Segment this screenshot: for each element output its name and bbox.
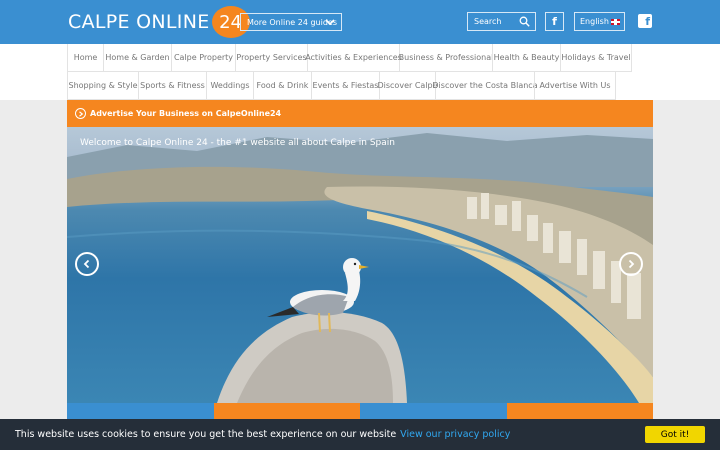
nav-row-2: Shopping & Style Sports & Fitness Weddin… bbox=[67, 72, 616, 100]
nav-item-home[interactable]: Home bbox=[67, 44, 103, 72]
language-label: English bbox=[580, 17, 609, 26]
facebook-page-icon[interactable]: f bbox=[638, 14, 652, 28]
hero-photo bbox=[67, 133, 653, 403]
main-navigation: Home Home & Garden Calpe Property Proper… bbox=[0, 44, 720, 100]
nav-item-events-fiestas[interactable]: Events & Fiestas bbox=[311, 72, 379, 100]
category-tile[interactable] bbox=[213, 403, 360, 419]
search-input[interactable]: Search bbox=[467, 12, 536, 31]
nav-item-activities[interactable]: Activities & Experiences bbox=[305, 44, 402, 72]
nav-item-holidays-travel[interactable]: Holidays & Travel bbox=[560, 44, 632, 72]
uk-flag-icon bbox=[611, 19, 620, 25]
site-logo[interactable]: CALPE ONLINE 24 bbox=[68, 6, 250, 38]
cookie-consent-bar: This website uses cookies to ensure you … bbox=[0, 419, 720, 450]
search-icon bbox=[519, 16, 530, 27]
cookie-accept-button[interactable]: Got it! bbox=[645, 426, 705, 443]
more-guides-dropdown[interactable]: More Online 24 guides bbox=[240, 13, 342, 31]
nav-item-weddings[interactable]: Weddings bbox=[206, 72, 253, 100]
language-selector[interactable]: English bbox=[574, 12, 625, 31]
nav-item-calpe-property[interactable]: Calpe Property bbox=[171, 44, 235, 72]
search-placeholder: Search bbox=[474, 17, 502, 26]
category-tile[interactable] bbox=[506, 403, 653, 419]
nav-item-home-garden[interactable]: Home & Garden bbox=[103, 44, 171, 72]
slider-prev-button[interactable] bbox=[75, 252, 99, 276]
logo-text: CALPE ONLINE bbox=[68, 11, 210, 33]
nav-row-1: Home Home & Garden Calpe Property Proper… bbox=[67, 44, 632, 72]
chevron-right-circle-icon bbox=[75, 108, 86, 119]
nav-item-property-services[interactable]: Property Services bbox=[235, 44, 307, 72]
advertise-banner[interactable]: Advertise Your Business on CalpeOnline24 bbox=[67, 100, 653, 127]
category-tiles bbox=[67, 403, 653, 419]
advertise-label: Advertise Your Business on CalpeOnline24 bbox=[90, 109, 282, 118]
hero-slider: Welcome to Calpe Online 24 - the #1 webs… bbox=[67, 127, 653, 403]
category-tile[interactable] bbox=[67, 403, 214, 419]
category-tile[interactable] bbox=[360, 403, 507, 419]
nav-item-discover-costa-blanca[interactable]: Discover the Costa Blanca bbox=[432, 72, 538, 100]
slider-next-button[interactable] bbox=[619, 252, 643, 276]
nav-item-sports-fitness[interactable]: Sports & Fitness bbox=[138, 72, 206, 100]
facebook-letter: f bbox=[552, 15, 557, 28]
chevron-down-icon bbox=[325, 19, 335, 26]
nav-item-food-drink[interactable]: Food & Drink bbox=[253, 72, 311, 100]
chevron-left-icon bbox=[83, 259, 90, 269]
nav-item-business[interactable]: Business & Professional bbox=[399, 44, 493, 72]
chevron-right-icon bbox=[628, 259, 635, 269]
facebook-icon[interactable]: f bbox=[545, 12, 564, 31]
nav-item-advertise[interactable]: Advertise With Us bbox=[534, 72, 616, 100]
nav-item-shopping-style[interactable]: Shopping & Style bbox=[67, 72, 138, 100]
facebook-page-letter: f bbox=[645, 15, 650, 28]
privacy-policy-link[interactable]: View our privacy policy bbox=[400, 429, 510, 440]
hero-title: Welcome to Calpe Online 24 - the #1 webs… bbox=[80, 138, 395, 148]
more-guides-label: More Online 24 guides bbox=[247, 17, 337, 27]
nav-item-discover-calpe[interactable]: Discover Calpe bbox=[377, 72, 438, 100]
nav-item-health-beauty[interactable]: Health & Beauty bbox=[492, 44, 560, 72]
site-header: CALPE ONLINE 24 More Online 24 guides Se… bbox=[0, 0, 720, 44]
cookie-message: This website uses cookies to ensure you … bbox=[15, 429, 397, 440]
